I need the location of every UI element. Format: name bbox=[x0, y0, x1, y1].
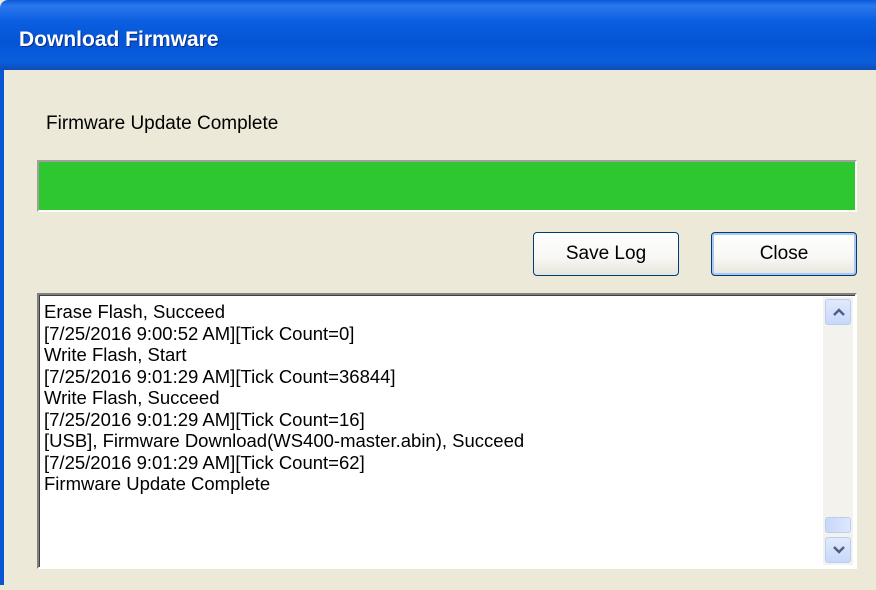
progress-bar bbox=[37, 160, 857, 212]
log-line: [7/25/2016 9:01:29 AM][Tick Count=16] bbox=[44, 408, 365, 430]
progress-bar-fill bbox=[39, 162, 855, 210]
close-button[interactable]: Close bbox=[711, 232, 857, 276]
window-frame-left bbox=[0, 70, 4, 590]
log-line: Write Flash, Succeed bbox=[44, 387, 220, 408]
log-line: [7/25/2016 9:01:29 AM][Tick Count=62] bbox=[44, 451, 365, 473]
log-line: Write Flash, Start bbox=[44, 344, 187, 365]
scroll-down-button[interactable] bbox=[825, 537, 851, 563]
save-log-button[interactable]: Save Log bbox=[533, 232, 679, 276]
scroll-up-button[interactable] bbox=[825, 299, 851, 325]
log-scrollbar[interactable] bbox=[823, 297, 853, 565]
window-frame-bottom bbox=[0, 585, 876, 590]
log-line: [7/25/2016 9:00:52 AM][Tick Count=0] bbox=[44, 322, 355, 344]
download-firmware-dialog: Download Firmware Firmware Update Comple… bbox=[0, 0, 876, 590]
log-textbox[interactable]: Erase Flash, Succeed [7/25/2016 9:00:52 A… bbox=[37, 293, 857, 569]
title-bar[interactable]: Download Firmware bbox=[0, 0, 876, 70]
chevron-up-icon bbox=[833, 308, 845, 316]
log-line: [USB], Firmware Download(WS400-master.ab… bbox=[44, 430, 525, 451]
log-line: [7/25/2016 9:01:29 AM][Tick Count=36844] bbox=[44, 365, 396, 387]
status-label: Firmware Update Complete bbox=[46, 113, 279, 134]
log-line: Firmware Update Complete bbox=[44, 473, 271, 494]
log-lines: Erase Flash, Succeed [7/25/2016 9:00:52 A… bbox=[44, 301, 819, 567]
chevron-down-icon bbox=[833, 546, 845, 554]
log-line: Erase Flash, Succeed bbox=[44, 301, 225, 322]
scroll-thumb[interactable] bbox=[825, 517, 851, 533]
window-title: Download Firmware bbox=[19, 28, 219, 51]
